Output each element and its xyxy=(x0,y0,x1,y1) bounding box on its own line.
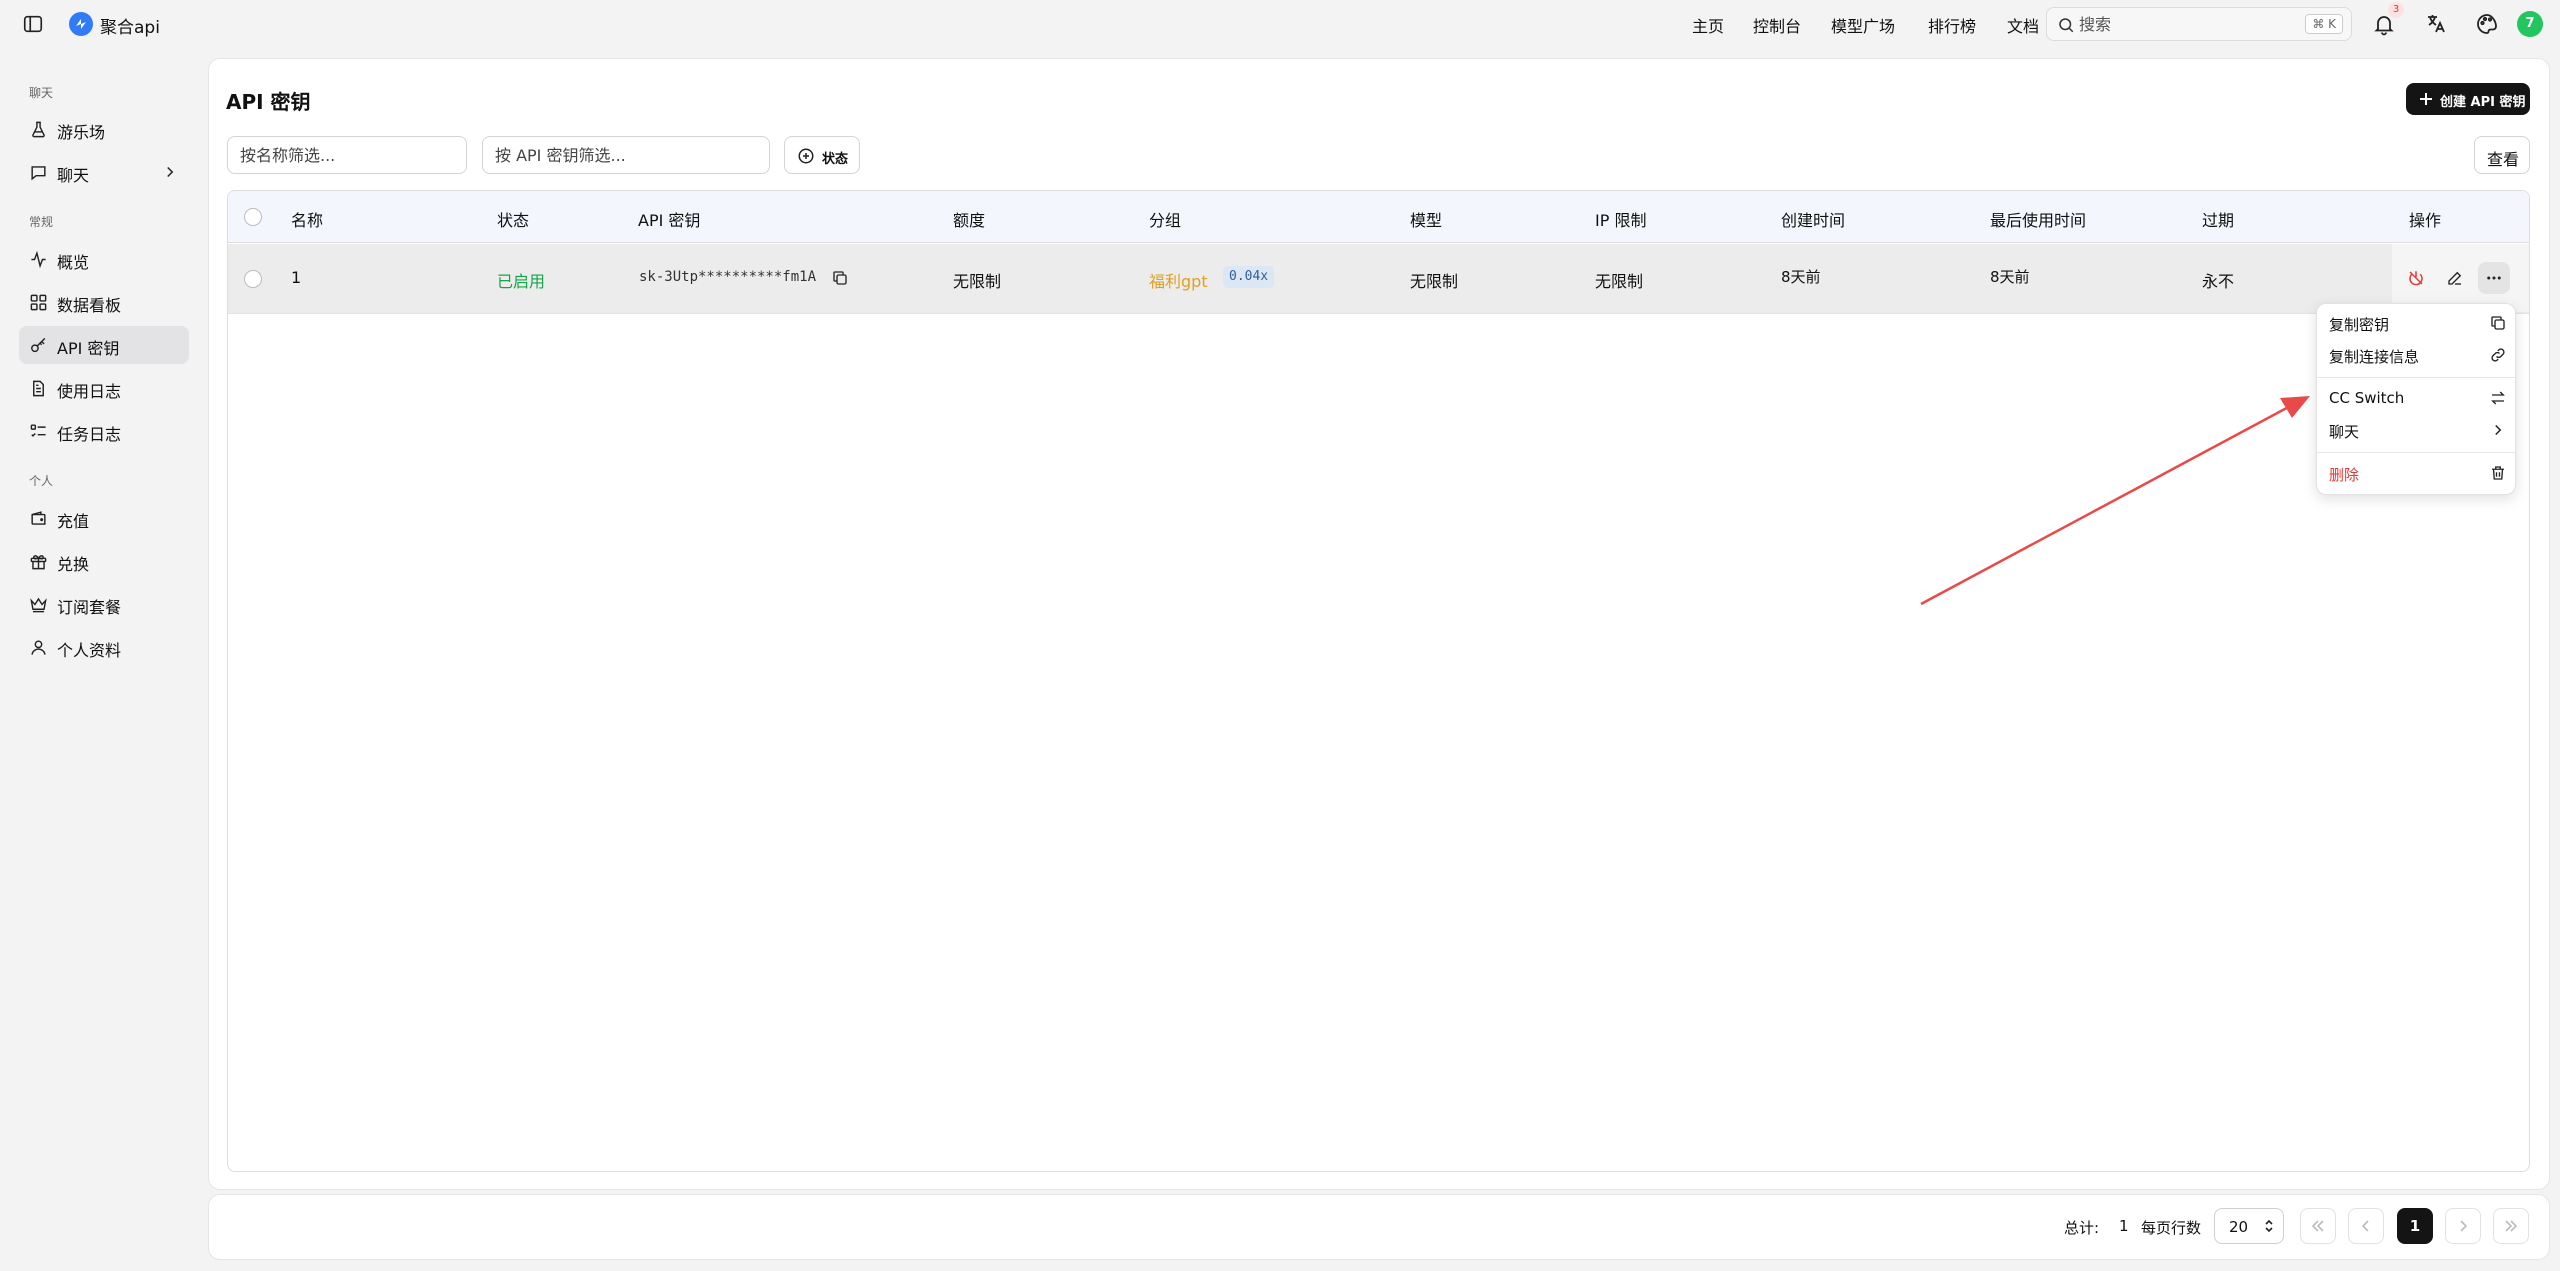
chevrons-right-icon xyxy=(2505,1220,2518,1232)
page-button-current[interactable]: 1 xyxy=(2397,1208,2433,1244)
chevrons-left-icon xyxy=(2311,1220,2324,1232)
rows-per-page-label: 每页行数 xyxy=(2141,1219,2202,1237)
last-page-button[interactable] xyxy=(2493,1208,2529,1244)
next-page-button[interactable] xyxy=(2445,1208,2481,1244)
chevron-left-icon xyxy=(2361,1220,2369,1232)
rows-per-page-select[interactable]: 20 xyxy=(2214,1208,2284,1244)
annotation-arrow xyxy=(1920,396,2310,606)
prev-page-button[interactable] xyxy=(2348,1208,2384,1244)
total-label: 总计: xyxy=(2064,1219,2100,1237)
total-value: 1 xyxy=(2119,1217,2129,1235)
first-page-button[interactable] xyxy=(2300,1208,2336,1244)
chevron-right-icon xyxy=(2460,1220,2468,1232)
rows-per-page-value: 20 xyxy=(2229,1218,2249,1236)
chevron-updown-icon xyxy=(2261,1218,2277,1234)
